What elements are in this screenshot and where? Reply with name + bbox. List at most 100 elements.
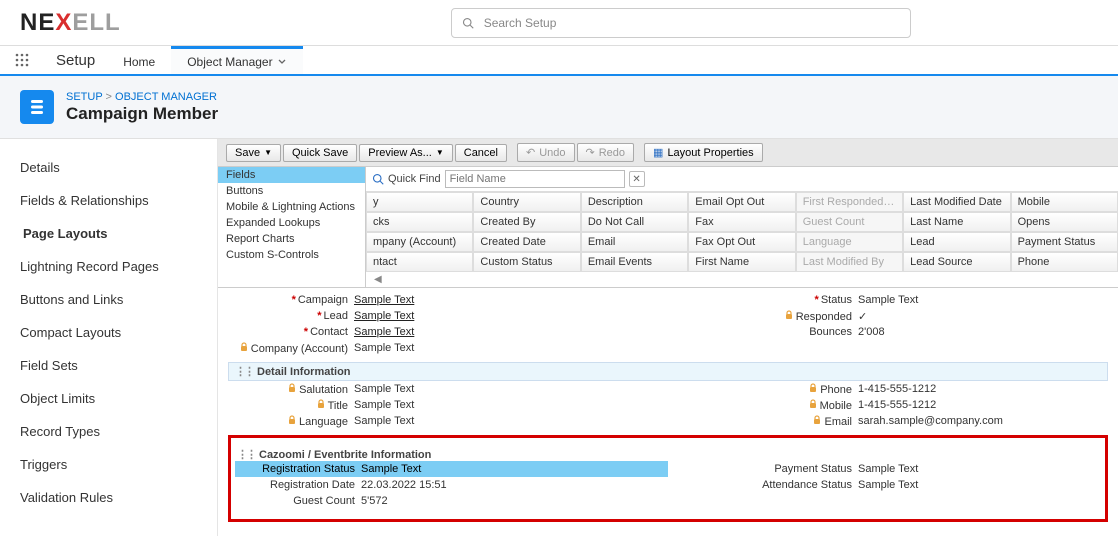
palette-cat-buttons[interactable]: Buttons bbox=[218, 183, 365, 199]
nav-tab-home[interactable]: Home bbox=[107, 46, 171, 74]
palette-field[interactable]: cks bbox=[366, 212, 473, 232]
palette-scroll-left-icon[interactable]: ◀ bbox=[366, 272, 1118, 287]
global-search[interactable]: Search Setup bbox=[451, 8, 911, 38]
save-button[interactable]: Save▼ bbox=[226, 144, 281, 162]
sidebar-item-buttons-links[interactable]: Buttons and Links bbox=[0, 283, 217, 316]
redo-button[interactable]: ↷Redo bbox=[577, 143, 635, 162]
field-value: Sample Text bbox=[858, 463, 918, 475]
layout-field-row[interactable]: Registration Date22.03.2022 15:51 bbox=[235, 477, 668, 493]
layout-field-row[interactable]: Payment StatusSample Text bbox=[668, 461, 1101, 477]
palette-field[interactable]: Phone bbox=[1011, 252, 1118, 272]
palette-field[interactable]: Lead Source bbox=[903, 252, 1010, 272]
palette-field[interactable]: Created Date bbox=[473, 232, 580, 252]
palette-field[interactable]: Fax Opt Out bbox=[688, 232, 795, 252]
palette-field[interactable]: Last Modified By bbox=[796, 252, 903, 272]
palette-field[interactable]: First Name bbox=[688, 252, 795, 272]
field-label: Registration Date bbox=[235, 479, 361, 491]
palette-field[interactable]: Email Opt Out bbox=[688, 192, 795, 212]
palette-field[interactable]: Payment Status bbox=[1011, 232, 1118, 252]
layout-field-row[interactable]: Mobile1-415-555-1212 bbox=[668, 397, 1108, 413]
layout-field-row[interactable]: TitleSample Text bbox=[228, 397, 668, 413]
field-label: Company (Account) bbox=[228, 342, 354, 355]
app-launcher-icon[interactable] bbox=[0, 46, 44, 74]
field-value: Sample Text bbox=[354, 383, 414, 395]
palette-field[interactable]: Fax bbox=[688, 212, 795, 232]
sidebar-item-compact-layouts[interactable]: Compact Layouts bbox=[0, 316, 217, 349]
layout-field-row[interactable]: Guest Count5'572 bbox=[235, 493, 668, 509]
quick-find-clear-icon[interactable]: ✕ bbox=[629, 171, 645, 187]
lock-icon bbox=[808, 383, 818, 396]
palette-field[interactable]: Lead bbox=[903, 232, 1010, 252]
field-value: Sample Text bbox=[354, 342, 414, 354]
breadcrumb-setup[interactable]: SETUP bbox=[66, 91, 102, 103]
layout-canvas: *CampaignSample Text*LeadSample Text*Con… bbox=[218, 288, 1118, 536]
nav-title: Setup bbox=[44, 46, 107, 74]
field-label: Payment Status bbox=[668, 463, 858, 475]
palette-cat-s-controls[interactable]: Custom S-Controls bbox=[218, 247, 365, 263]
sidebar-item-lightning-pages[interactable]: Lightning Record Pages bbox=[0, 250, 217, 283]
sidebar-item-object-limits[interactable]: Object Limits bbox=[0, 382, 217, 415]
palette-cat-fields[interactable]: Fields bbox=[218, 167, 365, 183]
quick-save-button[interactable]: Quick Save bbox=[283, 144, 357, 162]
sidebar-item-page-layouts[interactable]: Page Layouts bbox=[0, 217, 217, 250]
layout-properties-button[interactable]: ▦Layout Properties bbox=[644, 143, 763, 162]
palette-field[interactable]: Country bbox=[473, 192, 580, 212]
layout-field-row[interactable]: Registration StatusSample Text bbox=[235, 461, 668, 477]
preview-button[interactable]: Preview As...▼ bbox=[359, 144, 453, 162]
palette-field[interactable]: y bbox=[366, 192, 473, 212]
sidebar-item-validation-rules[interactable]: Validation Rules bbox=[0, 481, 217, 514]
layout-field-row[interactable]: Bounces2'008 bbox=[668, 324, 1108, 340]
palette-cat-report-charts[interactable]: Report Charts bbox=[218, 231, 365, 247]
palette-field[interactable]: Opens bbox=[1011, 212, 1118, 232]
layout-field-row[interactable]: Responded✓ bbox=[668, 308, 1108, 324]
palette-field[interactable]: Custom Status bbox=[473, 252, 580, 272]
palette-cat-expanded-lookups[interactable]: Expanded Lookups bbox=[218, 215, 365, 231]
field-label: Salutation bbox=[228, 383, 354, 396]
undo-button[interactable]: ↶Undo bbox=[517, 143, 575, 162]
layout-field-row[interactable]: Company (Account)Sample Text bbox=[228, 340, 668, 356]
section-cazoomi[interactable]: ⋮⋮ Cazoomi / Eventbrite Information bbox=[235, 448, 1101, 461]
field-value: 2'008 bbox=[858, 326, 885, 338]
layout-field-row[interactable]: *ContactSample Text bbox=[228, 324, 668, 340]
sidebar-item-details[interactable]: Details bbox=[0, 151, 217, 184]
palette-field[interactable]: Do Not Call bbox=[581, 212, 688, 232]
palette-field[interactable]: Last Modified Date bbox=[903, 192, 1010, 212]
layout-field-row[interactable]: *CampaignSample Text bbox=[228, 292, 668, 308]
sidebar-item-fields[interactable]: Fields & Relationships bbox=[0, 184, 217, 217]
layout-field-row[interactable]: Emailsarah.sample@company.com bbox=[668, 413, 1108, 429]
lock-icon bbox=[287, 383, 297, 396]
lock-icon bbox=[287, 415, 297, 428]
quick-find-input[interactable] bbox=[445, 170, 625, 188]
palette-field[interactable]: Email Events bbox=[581, 252, 688, 272]
breadcrumb-object-manager[interactable]: OBJECT MANAGER bbox=[115, 91, 217, 103]
cancel-button[interactable]: Cancel bbox=[455, 144, 507, 162]
field-label: Email bbox=[668, 415, 858, 428]
logo-part-ne: NE bbox=[20, 9, 55, 36]
palette-field[interactable]: Created By bbox=[473, 212, 580, 232]
sidebar-item-triggers[interactable]: Triggers bbox=[0, 448, 217, 481]
palette-field[interactable]: Description bbox=[581, 192, 688, 212]
nav-tab-object-manager[interactable]: Object Manager bbox=[171, 46, 302, 74]
layout-field-row[interactable]: *StatusSample Text bbox=[668, 292, 1108, 308]
logo: NEXELL bbox=[20, 9, 121, 37]
sidebar-item-field-sets[interactable]: Field Sets bbox=[0, 349, 217, 382]
layout-field-row[interactable]: SalutationSample Text bbox=[228, 381, 668, 397]
sidebar-item-record-types[interactable]: Record Types bbox=[0, 415, 217, 448]
layout-field-row[interactable]: LanguageSample Text bbox=[228, 413, 668, 429]
palette-field[interactable]: Last Name bbox=[903, 212, 1010, 232]
layout-field-row[interactable]: Attendance StatusSample Text bbox=[668, 477, 1101, 493]
layout-field-row[interactable]: Phone1-415-555-1212 bbox=[668, 381, 1108, 397]
section-detail-information[interactable]: ⋮⋮ Detail Information bbox=[228, 362, 1108, 381]
field-value: Sample Text bbox=[354, 294, 414, 306]
layout-field-row[interactable]: *LeadSample Text bbox=[228, 308, 668, 324]
palette-field[interactable]: Email bbox=[581, 232, 688, 252]
palette-field[interactable]: Mobile bbox=[1011, 192, 1118, 212]
palette-field[interactable]: Guest Count bbox=[796, 212, 903, 232]
palette-cat-mobile-actions[interactable]: Mobile & Lightning Actions bbox=[218, 199, 365, 215]
palette-field[interactable]: mpany (Account) bbox=[366, 232, 473, 252]
palette-field[interactable]: First Responded Date bbox=[796, 192, 903, 212]
palette-field[interactable]: Language bbox=[796, 232, 903, 252]
field-value: Sample Text bbox=[354, 310, 414, 322]
field-value: Sample Text bbox=[361, 463, 421, 475]
palette-field[interactable]: ntact bbox=[366, 252, 473, 272]
